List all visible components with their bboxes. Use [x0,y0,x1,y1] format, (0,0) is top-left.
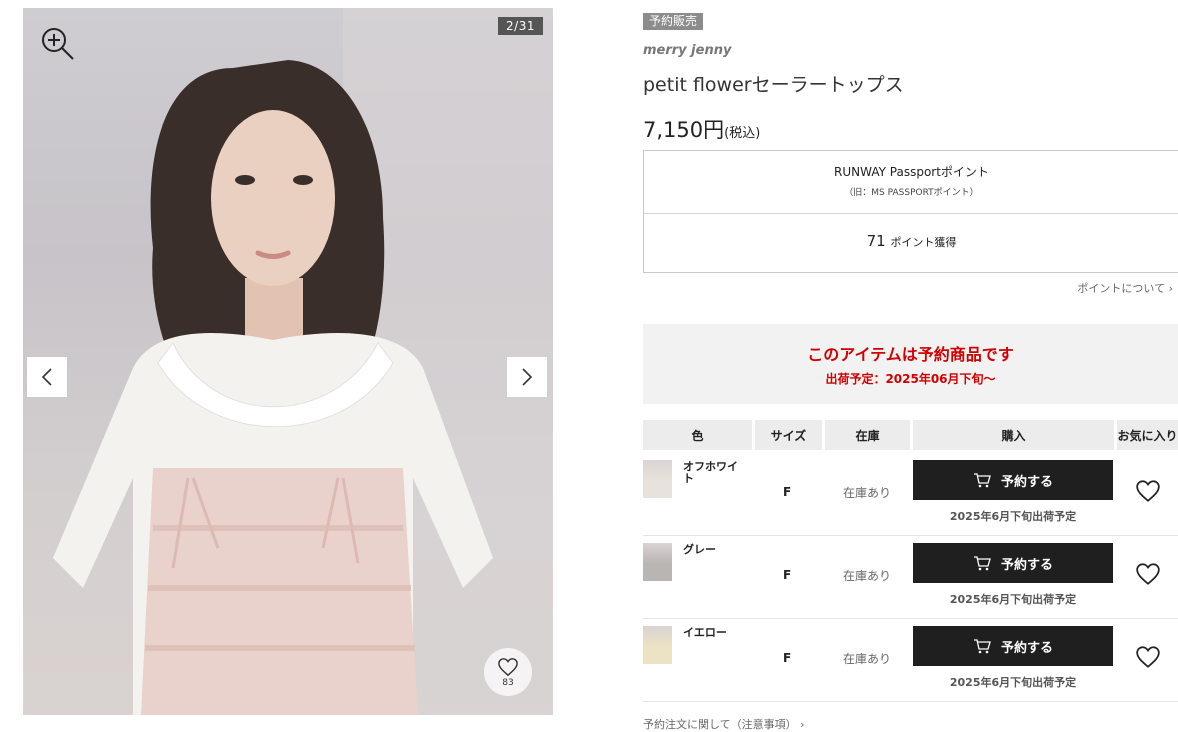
preorder-ship-date: 出荷予定：2025年06月下旬〜 [825,372,996,386]
favorite-button[interactable] [1135,562,1161,590]
variant-size: F [783,568,792,582]
price: 7,150円(税込) [643,114,760,144]
tax-label: (税込) [724,126,761,141]
image-counter: 2/31 [498,17,543,35]
brand-name[interactable]: merry jenny [643,43,731,58]
favorite-bubble-button[interactable]: 83 [484,648,532,696]
variant-thumbnail[interactable] [643,543,672,581]
preorder-notice-title: このアイテムは予約商品です [807,345,1014,364]
price-value: 7,150円 [643,118,725,142]
variant-stock: 在庫あり [843,486,892,500]
ship-note: 2025年6月下旬出荷予定 [949,593,1077,606]
reserve-button[interactable]: 予約する [913,543,1113,583]
favorite-button[interactable] [1135,479,1161,507]
variant-color: グレー [683,543,716,556]
variant-size: F [783,485,792,499]
ship-note: 2025年6月下旬出荷予定 [949,510,1077,523]
zoom-in-icon [42,28,74,60]
reserve-button-label: 予約する [1000,640,1053,656]
preorder-badge: 予約販売 [643,13,704,30]
variant-thumbnail[interactable] [643,460,672,498]
cart-icon [973,473,991,488]
points-subtitle: （旧：MS PASSPORTポイント） [844,188,979,198]
points-unit: ポイント獲得 [890,236,957,249]
about-points-link[interactable]: ポイントについて › [1077,280,1173,296]
reserve-button[interactable]: 予約する [913,460,1113,500]
zoom-button[interactable] [40,26,76,62]
heart-icon [1136,563,1160,585]
header-size: サイズ [755,420,822,450]
favorite-count: 83 [502,677,514,688]
heart-icon [1136,646,1160,668]
ship-note: 2025年6月下旬出荷予定 [949,676,1077,689]
header-buy: 購入 [913,420,1114,450]
product-name: petit flowerセーラートップス [643,74,904,96]
cart-icon [973,639,991,654]
chevron-left-icon [41,368,52,386]
header-stock: 在庫 [825,420,910,450]
points-header: RUNWAY Passportポイント （旧：MS PASSPORTポイント） [644,151,1178,214]
points-value: 71 [866,232,886,250]
variant-row: グレー F 在庫あり 予約する 2025年6月下旬出荷予定 [643,535,1178,619]
variant-thumbnail[interactable] [643,626,672,664]
variant-color: イエロー [683,626,727,639]
reserve-button-label: 予約する [1000,474,1053,490]
points-box: RUNWAY Passportポイント （旧：MS PASSPORTポイント） … [643,150,1178,273]
header-color: 色 [643,420,752,450]
points-earned: 71 ポイント獲得 [644,214,1178,250]
header-favorite: お気に入り [1117,420,1178,450]
favorite-button[interactable] [1135,645,1161,673]
preorder-notice: このアイテムは予約商品です 出荷予定：2025年06月下旬〜 [643,324,1178,404]
preorder-terms-link[interactable]: 予約注文に関して（注意事項） › [643,716,805,732]
next-image-button[interactable] [507,357,547,397]
variant-color: オフホワイト [683,460,738,485]
variant-row: オフホワイト F 在庫あり 予約する 2025年6月下旬出荷予定 [643,452,1178,536]
reserve-button-label: 予約する [1000,557,1053,573]
heart-icon [498,657,518,676]
product-image-gallery[interactable]: 2/31 83 [23,8,553,715]
cart-icon [973,556,991,571]
product-photo [53,8,553,715]
heart-icon [1136,480,1160,502]
variant-stock: 在庫あり [843,652,892,666]
previous-image-button[interactable] [27,357,67,397]
reserve-button[interactable]: 予約する [913,626,1113,666]
variant-row: イエロー F 在庫あり 予約する 2025年6月下旬出荷予定 [643,618,1178,702]
points-title: RUNWAY Passportポイント [834,165,989,179]
variant-stock: 在庫あり [843,569,892,583]
variant-size: F [783,651,792,665]
chevron-right-icon [522,368,533,386]
